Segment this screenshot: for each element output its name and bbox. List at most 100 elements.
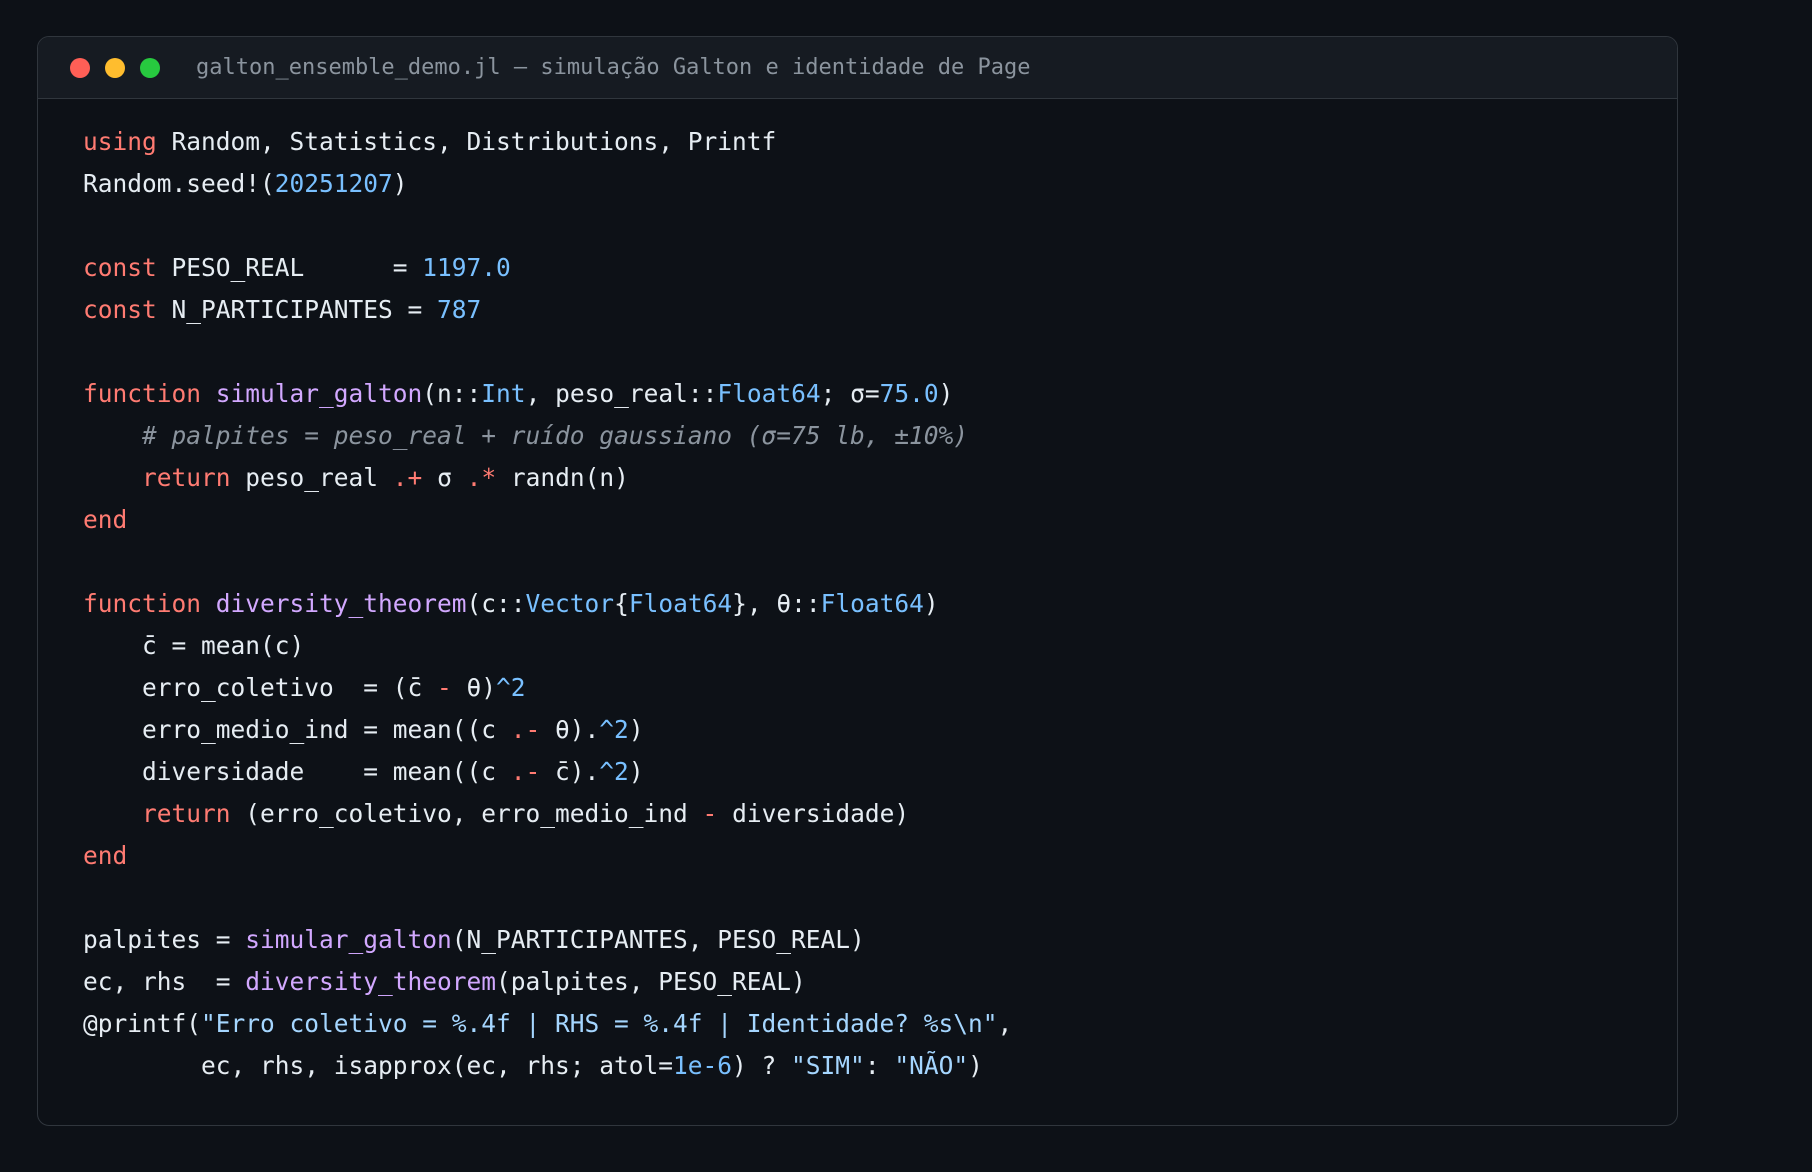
window-controls [70,57,160,78]
code-token: (erro_coletivo, erro_medio_ind [245,799,703,828]
code-line: const N_PARTICIPANTES = 787 [83,289,1657,331]
code-token: .- [510,715,556,744]
code-token: .- [510,757,556,786]
code-token: ) [628,715,644,744]
code-line: return peso_real .+ σ .* randn(n) [83,457,1657,499]
code-block: using Random, Statistics, Distributions,… [83,121,1657,1087]
code-line: erro_medio_ind = mean((c .- θ).^2) [83,709,1657,751]
code-token: # palpites = peso_real + ruído gaussiano… [142,421,969,450]
code-token: ) ? [732,1051,792,1080]
code-token: Int [481,379,526,408]
code-token: diversidade = mean((c [83,757,511,786]
code-token: const [83,295,172,324]
code-token: 1197.0 [422,253,511,282]
title-bar: galton_ensemble_demo.jl — simulação Galt… [38,37,1677,99]
code-token: - [702,799,733,828]
code-token: - [437,673,467,702]
code-token: diversity_theorem [245,967,497,996]
code-token: using [83,127,172,156]
code-token: .* [466,463,511,492]
code-token: Float64 [717,379,821,408]
code-token: ) [938,379,954,408]
code-token: "Erro coletivo = %.4f | RHS = %.4f | Ide… [201,1009,998,1038]
maximize-dot-icon[interactable] [140,57,160,78]
code-token: , peso_real:: [525,379,718,408]
code-token: ) [628,757,644,786]
code-line: diversidade = mean((c .- c̄).^2) [83,751,1657,793]
code-token: diversity_theorem [215,589,467,618]
code-token: function [83,379,216,408]
code-line: end [83,835,1657,877]
code-line: @printf("Erro coletivo = %.4f | RHS = %.… [83,1003,1657,1045]
code-line: function simular_galton(n::Int, peso_rea… [83,373,1657,415]
editor-window: galton_ensemble_demo.jl — simulação Galt… [37,36,1678,1126]
code-line: end [83,499,1657,541]
code-token: (n:: [422,379,482,408]
code-token: θ) [466,673,497,702]
code-token: PESO_REAL = [171,253,423,282]
code-token: 20251207 [274,169,393,198]
code-token: N_PARTICIPANTES = [171,295,438,324]
code-token: (palpites, PESO_REAL) [496,967,806,996]
code-token: end [83,505,128,534]
code-token: Random, Statistics, Distributions, Print… [171,127,777,156]
code-token: { [614,589,629,618]
code-token: erro_coletivo = (c̄ [83,673,438,702]
code-token: : [864,1051,895,1080]
code-token: ^2 [496,673,526,702]
code-token: ec, rhs, isapprox(ec, rhs; atol= [83,1051,674,1080]
code-token: ) [968,1051,983,1080]
code-line: # palpites = peso_real + ruído gaussiano… [83,415,1657,457]
code-token: σ [437,463,467,492]
code-token: 1e-6 [673,1051,733,1080]
code-token: Vector [525,589,615,618]
code-token: "NÃO" [894,1051,969,1080]
code-token: θ). [555,715,600,744]
code-token: ; σ= [820,379,880,408]
code-line: ec, rhs = diversity_theorem(palpites, PE… [83,961,1657,1003]
code-token: randn(n) [510,463,629,492]
code-token: (c:: [466,589,526,618]
code-token: ) [392,169,408,198]
code-token: diversidade) [732,799,910,828]
code-token: 75.0 [879,379,939,408]
code-token: .+ [392,463,438,492]
code-token: simular_galton [215,379,423,408]
code-token: Float64 [628,589,733,618]
code-token: }, θ:: [732,589,821,618]
minimize-dot-icon[interactable] [105,57,125,78]
code-line: using Random, Statistics, Distributions,… [83,121,1657,163]
code-token: c̄). [555,757,600,786]
window-title: galton_ensemble_demo.jl — simulação Galt… [196,55,1031,80]
code-token: c̄ = mean(c) [83,631,305,660]
code-token: erro_medio_ind = mean((c [83,715,511,744]
code-token: peso_real [245,463,393,492]
code-token: function [83,589,216,618]
code-token: return [142,463,246,492]
code-line: erro_coletivo = (c̄ - θ)^2 [83,667,1657,709]
code-line: palpites = simular_galton(N_PARTICIPANTE… [83,919,1657,961]
code-token: "SIM" [791,1051,865,1080]
code-token: ^2 [599,715,629,744]
code-token: Random.seed!( [83,169,275,198]
code-line: const PESO_REAL = 1197.0 [83,247,1657,289]
close-dot-icon[interactable] [70,57,90,78]
code-line: return (erro_coletivo, erro_medio_ind - … [83,793,1657,835]
code-token: simular_galton [245,925,452,954]
code-token: 787 [437,295,482,324]
code-line: Random.seed!(20251207) [83,163,1657,205]
code-token: return [142,799,246,828]
code-token: palpites = [83,925,246,954]
code-token: Float64 [820,589,924,618]
code-token: end [83,841,128,870]
code-token: @printf( [83,1009,202,1038]
code-token: (N_PARTICIPANTES, PESO_REAL) [451,925,865,954]
code-token: ^2 [599,757,629,786]
code-line: c̄ = mean(c) [83,625,1657,667]
